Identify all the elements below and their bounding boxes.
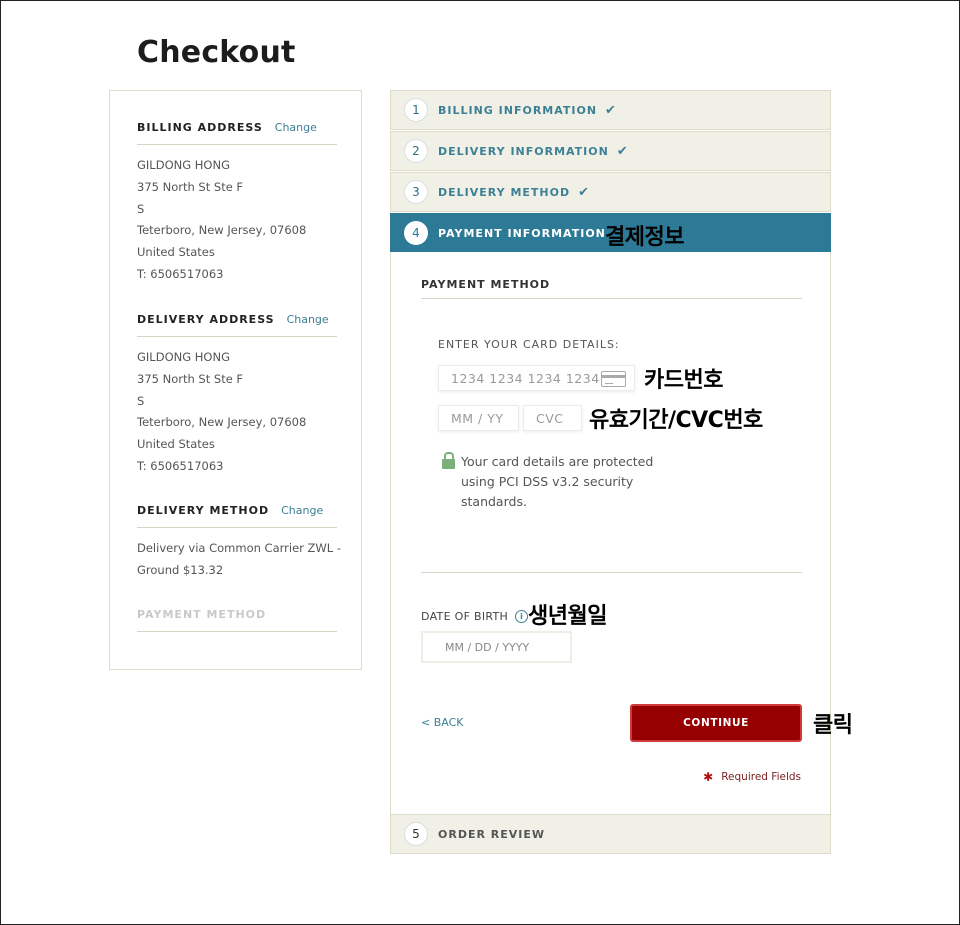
step-label: DELIVERY INFORMATION — [438, 144, 609, 158]
step-number: 2 — [404, 139, 428, 163]
payment-panel: PAYMENT METHOD ENTER YOUR CARD DETAILS: … — [390, 252, 831, 814]
billing-line: S — [137, 201, 145, 216]
billing-change-link[interactable]: Change — [275, 121, 317, 134]
card-details-label: ENTER YOUR CARD DETAILS: — [438, 338, 620, 351]
billing-line: T: 6506517063 — [137, 266, 224, 281]
security-text: Your card details are protected using PC… — [461, 454, 654, 509]
cvc-input[interactable]: CVC — [523, 405, 582, 431]
step-delivery-information[interactable]: 2 DELIVERY INFORMATION ✔ — [390, 131, 831, 171]
required-asterisk-icon: ✱ — [703, 770, 714, 784]
delivery-method-change-link[interactable]: Change — [281, 504, 323, 517]
info-icon[interactable]: i — [515, 610, 529, 623]
annotation-card-number: 카드번호 — [644, 368, 723, 393]
delivery-line: T: 6506517063 — [137, 458, 224, 473]
annotation-dob: 생년월일 — [528, 604, 607, 629]
cvc-placeholder: CVC — [536, 410, 564, 426]
checkmark-icon: ✔ — [605, 102, 616, 118]
payment-method-summary-title: PAYMENT METHOD — [137, 608, 267, 621]
step-label: BILLING INFORMATION — [438, 103, 598, 117]
checkmark-icon: ✔ — [616, 143, 628, 159]
delivery-method-line: Ground $13.32 — [137, 562, 224, 577]
expiry-input[interactable]: MM / YY — [438, 405, 519, 431]
delivery-line: 375 North St Ste F — [137, 371, 244, 386]
back-link[interactable]: < BACK — [421, 716, 464, 729]
annotation-payment-info: 결제정보 — [605, 225, 684, 250]
divider — [421, 572, 802, 573]
delivery-address-section: DELIVERY ADDRESS Change GILDONG HONG 375… — [137, 313, 337, 478]
delivery-method-section: DELIVERY METHOD Change Delivery via Comm… — [137, 504, 341, 582]
payment-method-title: PAYMENT METHOD — [421, 278, 551, 291]
dob-placeholder: MM / DD / YYYY — [445, 640, 530, 654]
delivery-line: S — [137, 393, 145, 408]
page-title: Checkout — [137, 35, 296, 70]
billing-line: GILDONG HONG — [137, 158, 230, 172]
date-of-birth-input[interactable]: MM / DD / YYYY — [421, 631, 572, 663]
step-label: ORDER REVIEW — [438, 827, 546, 841]
continue-button[interactable]: CONTINUE — [630, 704, 802, 742]
step-number: 4 — [404, 221, 428, 245]
step-delivery-method[interactable]: 3 DELIVERY METHOD ✔ — [390, 172, 831, 212]
billing-address-title: BILLING ADDRESS — [137, 121, 263, 134]
delivery-address-title: DELIVERY ADDRESS — [137, 313, 275, 326]
billing-line: United States — [137, 245, 215, 260]
billing-address-section: BILLING ADDRESS Change GILDONG HONG 375 … — [137, 121, 337, 286]
order-summary-panel: BILLING ADDRESS Change GILDONG HONG 375 … — [109, 90, 362, 670]
card-number-input[interactable]: 1234 1234 1234 1234 — [438, 365, 635, 391]
step-order-review: 5 ORDER REVIEW — [390, 814, 831, 854]
required-fields-text: Required Fields — [721, 771, 801, 783]
step-number: 5 — [404, 822, 428, 846]
date-of-birth-label: DATE OF BIRTH i — [421, 610, 529, 623]
checkmark-icon: ✔ — [578, 184, 589, 200]
step-billing-information[interactable]: 1 BILLING INFORMATION ✔ — [390, 90, 831, 130]
annotation-click: 클릭 — [813, 713, 853, 738]
security-notice: Your card details are protected using PC… — [442, 452, 671, 512]
expiry-placeholder: MM / YY — [451, 410, 504, 426]
delivery-method-title: DELIVERY METHOD — [137, 504, 270, 517]
step-number: 1 — [404, 98, 428, 122]
billing-line: Teterboro, New Jersey, 07608 — [137, 223, 307, 238]
payment-method-section: PAYMENT METHOD — [137, 608, 337, 632]
required-fields-note: ✱ Required Fields — [703, 770, 801, 784]
dob-label-text: DATE OF BIRTH — [421, 610, 509, 623]
credit-card-icon — [601, 371, 626, 387]
step-label: PAYMENT INFORMATION — [438, 226, 606, 240]
annotation-expiry-cvc: 유효기간/CVC번호 — [589, 408, 763, 433]
step-number: 3 — [404, 180, 428, 204]
divider — [421, 298, 802, 299]
step-label: DELIVERY METHOD — [438, 185, 571, 199]
delivery-line: United States — [137, 437, 215, 452]
lock-icon — [442, 452, 455, 470]
delivery-line: GILDONG HONG — [137, 350, 230, 364]
card-number-placeholder: 1234 1234 1234 1234 — [451, 370, 600, 386]
delivery-change-link[interactable]: Change — [287, 313, 329, 326]
delivery-method-line: Delivery via Common Carrier ZWL - — [137, 541, 341, 555]
delivery-line: Teterboro, New Jersey, 07608 — [137, 415, 307, 430]
billing-line: 375 North St Ste F — [137, 179, 244, 194]
